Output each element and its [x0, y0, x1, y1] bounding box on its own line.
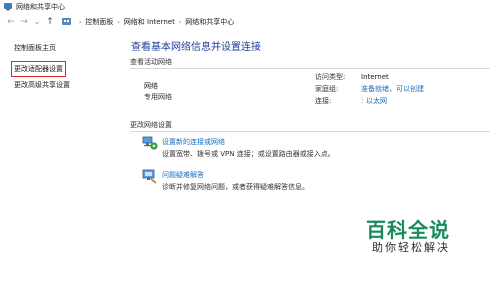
address-bar: ← → ⌄ ↑ › 控制面板 › 网络和 Internet › 网络和共享中心: [0, 14, 500, 30]
troubleshoot-link[interactable]: 问题疑难解答: [162, 170, 204, 180]
ethernet-icon: ⫶: [361, 96, 363, 105]
sidebar-item-advanced-sharing-settings[interactable]: 更改高级共享设置: [14, 80, 70, 90]
sidebar-item-control-panel-home[interactable]: 控制面板主页: [14, 43, 56, 53]
section-divider: [130, 68, 490, 69]
breadcrumb-separator: ›: [178, 18, 182, 26]
network-name: 网络: [144, 82, 158, 90]
access-type-row: 访问类型: Internet: [315, 72, 389, 82]
sidebar: 控制面板主页 更改适配器设置 更改高级共享设置: [0, 30, 125, 285]
connections-label: 连接:: [315, 97, 332, 105]
connection-ethernet-link[interactable]: 以太网: [366, 97, 387, 105]
section-divider: [130, 131, 490, 132]
forward-button[interactable]: →: [19, 16, 29, 28]
connections-row: 连接: ⫶ 以太网: [315, 96, 387, 106]
homegroup-link[interactable]: 准备就绪，可以创建: [361, 85, 424, 93]
breadcrumb: › 控制面板 › 网络和 Internet › 网络和共享中心: [62, 17, 234, 27]
control-panel-icon: [62, 18, 71, 25]
troubleshoot-description: 诊断并修复网络问题，或者获得疑难解答信息。: [162, 183, 309, 191]
sidebar-item-change-adapter-settings[interactable]: 更改适配器设置: [11, 61, 66, 77]
setup-new-connection-description: 设置宽带、拨号或 VPN 连接；或设置路由器或接入点。: [162, 150, 335, 158]
window-title: 网络和共享中心: [16, 3, 65, 11]
homegroup-label: 家庭组:: [315, 85, 339, 93]
network-center-icon: [4, 3, 12, 11]
recent-dropdown-button[interactable]: ⌄: [32, 16, 42, 28]
back-button[interactable]: ←: [6, 16, 16, 28]
change-settings-heading: 更改网络设置: [130, 121, 172, 129]
troubleshoot-icon: [142, 169, 157, 184]
homegroup-row: 家庭组: 准备就绪，可以创建: [315, 84, 424, 94]
watermark-subtitle: 助你轻松解决: [372, 241, 450, 254]
network-setup-icon: [142, 136, 158, 150]
access-type-value: Internet: [361, 73, 389, 81]
up-button[interactable]: ↑: [45, 16, 55, 28]
setup-new-connection-link[interactable]: 设置新的连接或网络: [162, 137, 225, 147]
breadcrumb-item-control-panel[interactable]: 控制面板: [85, 17, 113, 27]
page-title: 查看基本网络信息并设置连接: [131, 42, 261, 53]
breadcrumb-item-network-internet[interactable]: 网络和 Internet: [124, 17, 175, 27]
breadcrumb-item-sharing-center[interactable]: 网络和共享中心: [185, 17, 234, 27]
breadcrumb-separator: ›: [79, 18, 82, 26]
breadcrumb-separator: ›: [117, 18, 120, 26]
title-bar: 网络和共享中心: [0, 0, 500, 14]
network-type: 专用网络: [144, 93, 172, 101]
access-type-label: 访问类型:: [315, 73, 346, 81]
active-networks-heading: 查看活动网络: [130, 58, 172, 66]
